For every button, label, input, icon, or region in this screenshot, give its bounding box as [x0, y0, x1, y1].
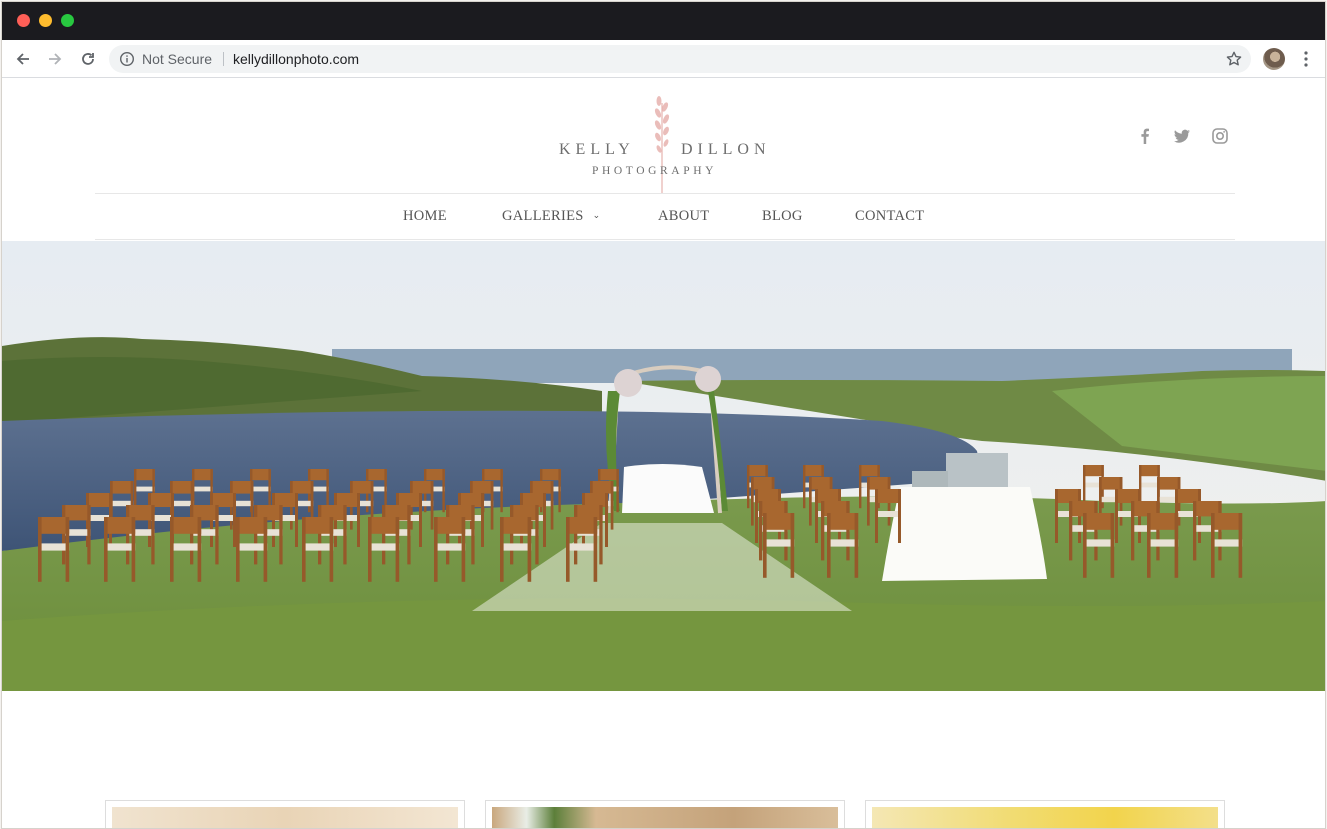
facebook-icon[interactable]: [1136, 127, 1154, 145]
wedding-ceremony-photo: [2, 241, 1325, 691]
back-arrow-icon[interactable]: [13, 49, 33, 69]
avatar[interactable]: [1263, 48, 1285, 70]
nav-galleries[interactable]: GALLERIES ⌄: [502, 208, 600, 225]
webpage: KELLY DILLON PHOTOGRAPHY HOME GALLERIES ⌄…: [2, 79, 1325, 828]
maximize-window-button[interactable]: [61, 14, 74, 27]
nav-blog[interactable]: BLOG: [762, 208, 803, 225]
nav-contact[interactable]: CONTACT: [855, 208, 924, 225]
gallery-thumbnail: [872, 807, 1218, 828]
info-icon[interactable]: [119, 51, 135, 67]
wheat-sprig-icon: [654, 96, 670, 193]
hero-image: [2, 241, 1325, 691]
kebab-menu-icon[interactable]: [1298, 50, 1314, 68]
logo-text-kelly: KELLY: [559, 141, 635, 158]
title-bar: [2, 2, 1325, 40]
logo-text-dillon: DILLON: [681, 141, 771, 158]
close-window-button[interactable]: [17, 14, 30, 27]
gallery-card-1[interactable]: [105, 800, 465, 828]
browser-window: Not Secure kellydillonphoto.com KELLY DI…: [1, 1, 1326, 829]
gallery-thumbnail: [112, 807, 458, 828]
address-divider: [223, 52, 224, 66]
nav-about[interactable]: ABOUT: [658, 208, 709, 225]
browser-toolbar: Not Secure kellydillonphoto.com: [2, 40, 1325, 78]
reload-icon[interactable]: [78, 49, 98, 69]
forward-arrow-icon[interactable]: [45, 49, 65, 69]
gallery-thumbnail: [492, 807, 838, 828]
chevron-down-icon: ⌄: [592, 210, 601, 220]
gallery-card-3[interactable]: [865, 800, 1225, 828]
nav-divider-top: [95, 193, 1235, 194]
twitter-icon[interactable]: [1173, 127, 1191, 145]
url-text[interactable]: kellydillonphoto.com: [233, 51, 359, 67]
site-logo[interactable]: KELLY DILLON PHOTOGRAPHY: [557, 93, 783, 195]
nav-divider-bottom: [95, 239, 1235, 240]
nav-home[interactable]: HOME: [403, 208, 447, 225]
instagram-icon[interactable]: [1211, 127, 1229, 145]
logo-text-photography: PHOTOGRAPHY: [592, 165, 718, 177]
security-status[interactable]: Not Secure: [142, 51, 212, 67]
nav-galleries-label: GALLERIES: [502, 208, 584, 224]
minimize-window-button[interactable]: [39, 14, 52, 27]
gallery-card-2[interactable]: [485, 800, 845, 828]
address-bar[interactable]: Not Secure kellydillonphoto.com: [109, 45, 1251, 73]
star-icon[interactable]: [1225, 50, 1243, 68]
